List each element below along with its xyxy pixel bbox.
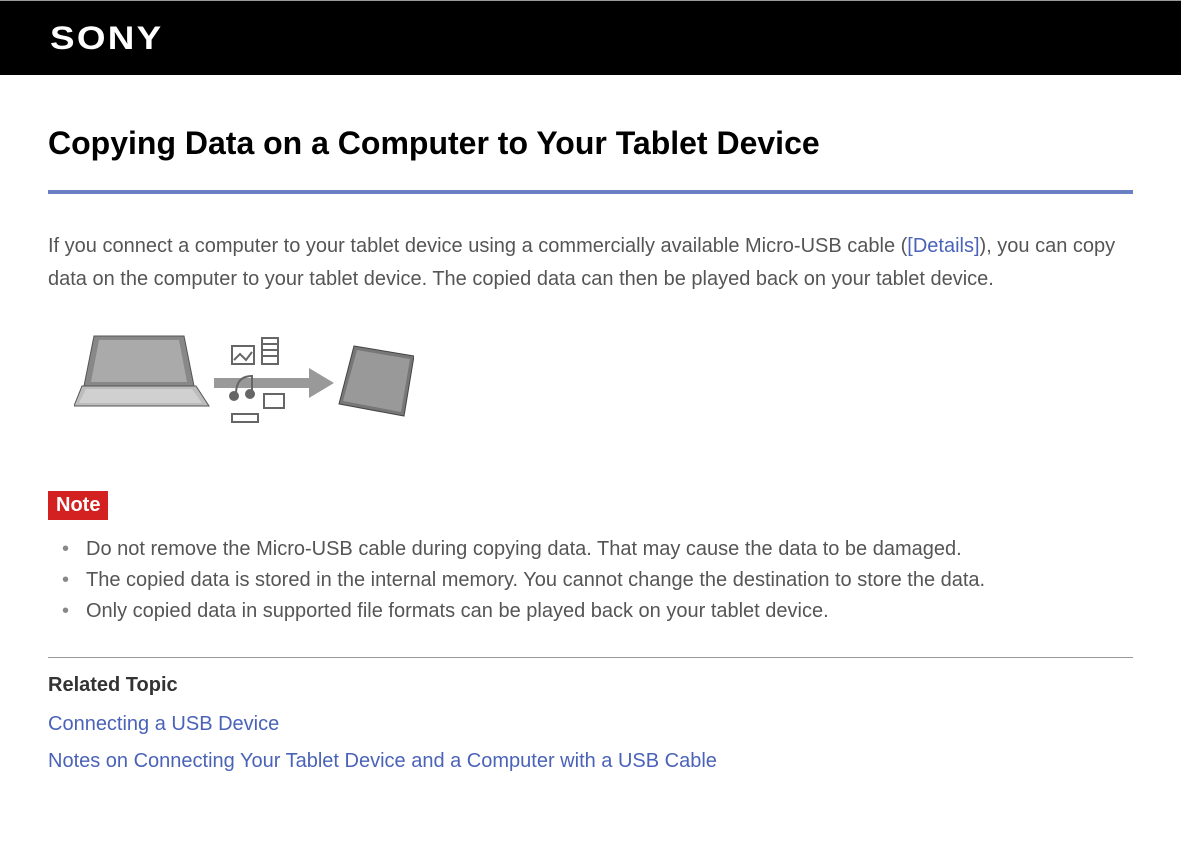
brand-logo: SONY: [50, 20, 163, 57]
transfer-illustration: [74, 326, 1133, 441]
title-rule: [48, 190, 1133, 194]
note-item: Only copied data in supported file forma…: [62, 596, 1133, 627]
laptop-icon: [74, 336, 209, 406]
content-area: Copying Data on a Computer to Your Table…: [0, 75, 1181, 773]
related-heading: Related Topic: [48, 674, 1133, 697]
tablet-icon: [339, 346, 414, 416]
intro-text-before: If you connect a computer to your tablet…: [48, 235, 907, 257]
note-list: Do not remove the Micro-USB cable during…: [48, 534, 1133, 627]
note-item: The copied data is stored in the interna…: [62, 565, 1133, 596]
intro-paragraph: If you connect a computer to your tablet…: [48, 230, 1133, 296]
related-link[interactable]: Notes on Connecting Your Tablet Device a…: [48, 750, 1133, 773]
page-title: Copying Data on a Computer to Your Table…: [48, 125, 1133, 162]
note-badge: Note: [48, 491, 108, 520]
header-bar: SONY: [0, 0, 1181, 75]
note-item: Do not remove the Micro-USB cable during…: [62, 534, 1133, 565]
details-link[interactable]: [Details]: [907, 235, 979, 257]
related-link[interactable]: Connecting a USB Device: [48, 713, 1133, 736]
section-rule: [48, 657, 1133, 658]
